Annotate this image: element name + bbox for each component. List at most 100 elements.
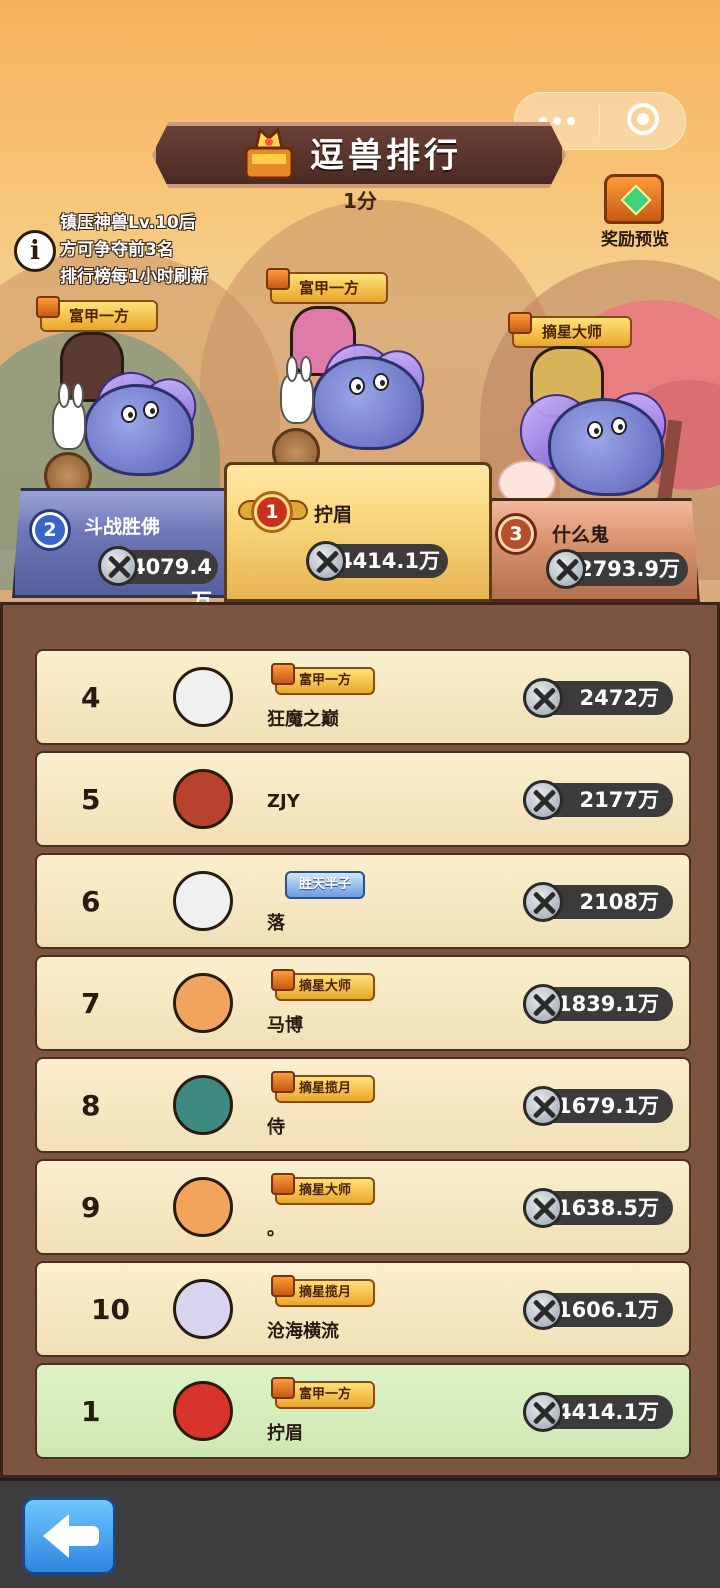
podium-2-name: 斗战胜佛 bbox=[84, 516, 161, 538]
ranking-row[interactable]: 10 摘星揽月 沧海横流 1606.1万 bbox=[35, 1261, 691, 1357]
back-arrow-icon bbox=[43, 1514, 69, 1558]
chest-icon bbox=[271, 1275, 295, 1297]
chest-icon bbox=[271, 969, 295, 991]
row-rank: 5 bbox=[81, 783, 101, 816]
back-button[interactable] bbox=[22, 1497, 116, 1575]
player-avatar bbox=[173, 769, 233, 829]
title-badge-label: 摘星揽月 bbox=[298, 1285, 351, 1300]
crossed-swords-icon bbox=[523, 882, 563, 922]
crossed-swords-icon bbox=[523, 1290, 563, 1330]
title-badge-label: 富甲一方 bbox=[298, 279, 359, 297]
title-badge: 富甲一方 bbox=[36, 296, 158, 332]
player-avatar bbox=[173, 1075, 233, 1135]
trophy-icon bbox=[244, 127, 294, 180]
creature-mount bbox=[312, 356, 424, 450]
title-badge: 摘星大师 bbox=[271, 1173, 375, 1205]
ranking-row[interactable]: 6 胜天半子 落 2108万 bbox=[35, 853, 691, 949]
rules-text: 镇压神兽Lv.10后 方可争夺前3名 排行榜每1小时刷新 bbox=[60, 210, 260, 291]
player-name: 侍 bbox=[267, 1117, 285, 1138]
player-name: 沧海横流 bbox=[267, 1321, 339, 1342]
chest-icon bbox=[271, 1173, 295, 1195]
title-badge: 富甲一方 bbox=[271, 663, 375, 695]
player-avatar bbox=[173, 973, 233, 1033]
rank-medal-3: 3 bbox=[498, 516, 534, 552]
crossed-swords-icon bbox=[98, 546, 138, 586]
title-badge: 胜天半子 bbox=[285, 871, 365, 899]
crossed-swords-icon bbox=[306, 541, 346, 581]
player-avatar bbox=[173, 871, 233, 931]
page-title: 逗兽排行 bbox=[310, 136, 462, 176]
player-name: ZJY bbox=[267, 791, 300, 812]
crossed-swords-icon bbox=[523, 984, 563, 1024]
chest-icon bbox=[36, 296, 60, 318]
chest-icon bbox=[271, 1071, 295, 1093]
title-badge-label: 胜天半子 bbox=[298, 877, 351, 892]
title-badge-label: 摘星大师 bbox=[298, 979, 351, 994]
row-rank: 9 bbox=[81, 1191, 101, 1224]
ranking-row[interactable]: 5 ZJY 2177万 bbox=[35, 751, 691, 847]
crossed-swords-icon bbox=[546, 549, 586, 589]
crossed-swords-icon bbox=[523, 1392, 563, 1432]
player-name: 拧眉 bbox=[267, 1423, 303, 1444]
creature-mount bbox=[548, 398, 664, 496]
row-rank: 6 bbox=[81, 885, 101, 918]
ranking-row[interactable]: 9 摘星大师 。 1638.5万 bbox=[35, 1159, 691, 1255]
title-badge: 富甲一方 bbox=[266, 268, 388, 304]
crossed-swords-icon bbox=[523, 678, 563, 718]
bottom-bar bbox=[0, 1478, 720, 1588]
chest-icon bbox=[271, 663, 295, 685]
chest-icon bbox=[271, 1377, 295, 1399]
rule-line: 排行榜每1小时刷新 bbox=[60, 267, 208, 287]
title-badge-label: 富甲一方 bbox=[68, 307, 129, 325]
chest-icon bbox=[508, 312, 532, 334]
my-ranking-row[interactable]: 1 富甲一方 拧眉 4414.1万 bbox=[35, 1363, 691, 1459]
chest-icon bbox=[266, 268, 290, 290]
rule-line: 方可争夺前3名 bbox=[60, 240, 174, 260]
ranking-row[interactable]: 4 富甲一方 狂魔之巅 2472万 bbox=[35, 649, 691, 745]
creature-mount bbox=[84, 384, 194, 476]
info-icon[interactable]: i bbox=[14, 230, 56, 272]
player-avatar bbox=[173, 1279, 233, 1339]
capsule-divider bbox=[599, 105, 600, 137]
bunny-pet bbox=[280, 356, 314, 424]
title-badge-label: 富甲一方 bbox=[298, 673, 351, 688]
crossed-swords-icon bbox=[523, 1188, 563, 1228]
player-avatar bbox=[173, 1381, 233, 1441]
ranking-row[interactable]: 8 摘星揽月 侍 1679.1万 bbox=[35, 1057, 691, 1153]
bunny-pet bbox=[52, 382, 86, 450]
row-rank: 4 bbox=[81, 681, 101, 714]
ranking-row[interactable]: 7 摘星大师 马博 1839.1万 bbox=[35, 955, 691, 1051]
title-badge-label: 摘星揽月 bbox=[298, 1081, 351, 1096]
ranking-list[interactable]: 4 富甲一方 狂魔之巅 2472万 5 ZJY 2177万 6 胜天半子 落 2… bbox=[0, 602, 720, 1478]
title-badge: 摘星揽月 bbox=[271, 1071, 375, 1103]
title-badge: 富甲一方 bbox=[271, 1377, 375, 1409]
podium-first[interactable] bbox=[224, 462, 492, 602]
rank-medal-2: 2 bbox=[32, 512, 68, 548]
player-name: 。 bbox=[267, 1219, 285, 1240]
rule-line: 镇压神兽Lv.10后 bbox=[60, 213, 196, 233]
player-avatar bbox=[173, 667, 233, 727]
leaderboard-scene: 逗兽排行 1分 奖励预览 i 镇压神兽Lv.10后 方可争夺前3名 排行榜每1小… bbox=[0, 0, 720, 610]
rank-medal-1: 1 bbox=[254, 494, 290, 530]
title-badge-label: 富甲一方 bbox=[298, 1387, 351, 1402]
row-rank: 7 bbox=[81, 987, 101, 1020]
treasure-chest-icon bbox=[604, 174, 664, 224]
title-badge: 摘星大师 bbox=[271, 969, 375, 1001]
player-avatar bbox=[173, 1177, 233, 1237]
player-name: 落 bbox=[267, 913, 285, 934]
podium-1-name: 拧眉 bbox=[314, 504, 353, 526]
player-name: 狂魔之巅 bbox=[267, 709, 339, 730]
close-miniprogram-icon[interactable] bbox=[627, 103, 659, 135]
row-rank: 1 bbox=[81, 1395, 101, 1428]
player-name: 马博 bbox=[267, 1015, 303, 1036]
title-badge: 摘星大师 bbox=[508, 312, 632, 348]
crossed-swords-icon bbox=[523, 780, 563, 820]
reward-preview-button[interactable]: 奖励预览 bbox=[592, 172, 678, 254]
title-badge-label: 摘星大师 bbox=[298, 1183, 351, 1198]
back-arrow-shaft bbox=[67, 1526, 99, 1546]
my-score: 1分 bbox=[343, 189, 377, 213]
crossed-swords-icon bbox=[523, 1086, 563, 1126]
title-badge-label: 摘星大师 bbox=[541, 323, 602, 341]
row-rank: 10 bbox=[91, 1293, 130, 1326]
title-badge: 摘星揽月 bbox=[271, 1275, 375, 1307]
